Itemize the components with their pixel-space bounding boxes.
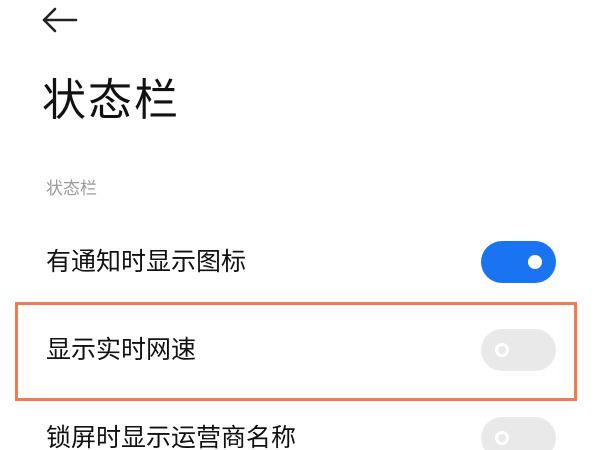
notification-icons-toggle[interactable] <box>481 241 556 283</box>
toggle-knob <box>528 255 542 269</box>
lockscreen-carrier-name-toggle[interactable] <box>481 417 556 450</box>
toggle-knob <box>495 343 509 357</box>
setting-row-realtime-network-speed[interactable]: 显示实时网速 <box>0 318 600 382</box>
setting-label: 显示实时网速 <box>46 335 197 364</box>
back-button[interactable] <box>40 2 80 36</box>
setting-row-notification-icons[interactable]: 有通知时显示图标 <box>0 230 600 294</box>
settings-screen: 状态栏 状态栏 有通知时显示图标 显示实时网速 锁屏时显示运营商名称 <box>0 0 600 450</box>
setting-label: 有通知时显示图标 <box>46 247 247 276</box>
section-header: 状态栏 <box>46 179 97 199</box>
page-title: 状态栏 <box>42 75 180 126</box>
realtime-network-speed-toggle[interactable] <box>481 329 556 371</box>
setting-label: 锁屏时显示运营商名称 <box>46 423 297 450</box>
toggle-knob <box>495 431 509 445</box>
setting-row-lockscreen-carrier-name[interactable]: 锁屏时显示运营商名称 <box>0 406 600 450</box>
arrow-left-icon <box>42 7 78 33</box>
